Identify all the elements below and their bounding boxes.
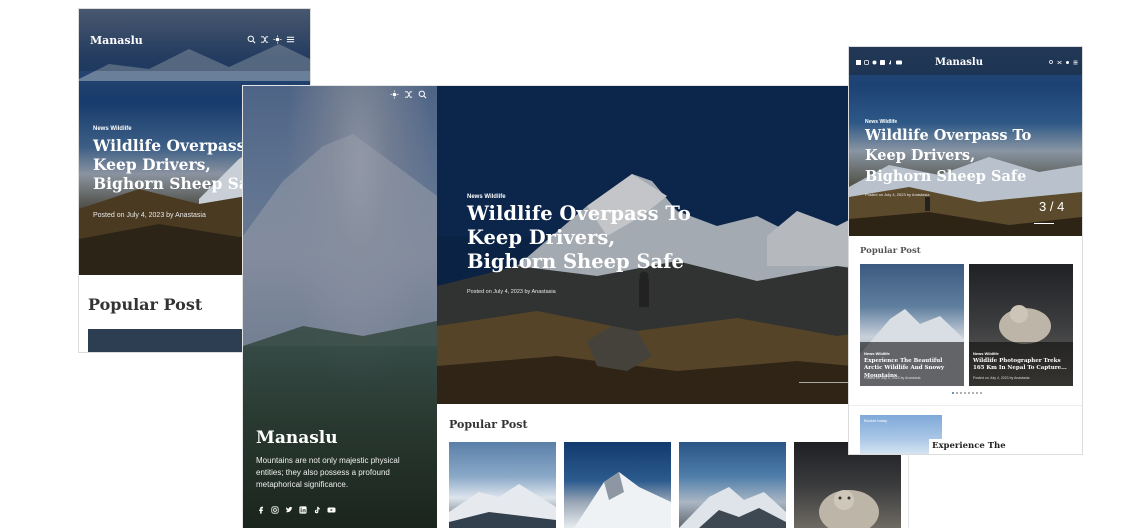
sidebar-header-icons: [390, 90, 427, 99]
facebook-icon[interactable]: [257, 506, 265, 514]
menu-icon[interactable]: [286, 35, 295, 44]
carousel-dots[interactable]: [952, 392, 982, 394]
carousel-dot[interactable]: [980, 392, 982, 394]
hero-meta: Posted on July 4, 2023 by Anastasia: [93, 212, 206, 219]
site-tagline: Mountains are not only majestic physical…: [256, 456, 400, 489]
search-icon[interactable]: [1049, 60, 1054, 65]
popular-heading: Popular Post: [449, 418, 528, 431]
theme-toggle-icon[interactable]: [390, 90, 399, 99]
divider: [849, 405, 1082, 406]
site-logo[interactable]: Manaslu: [90, 34, 143, 47]
hero-meta: Posted on July 4, 2023 by Anastasia: [865, 192, 930, 197]
hero-title-line: Keep Drivers,: [865, 147, 976, 165]
carousel-dot[interactable]: [968, 392, 970, 394]
carousel-dot[interactable]: [956, 392, 958, 394]
linkedin-icon[interactable]: [299, 506, 307, 514]
hero-title[interactable]: Wildlife Overpass To Keep Drivers, Bigho…: [467, 202, 691, 273]
social-links: [257, 506, 336, 514]
hero-title-line: Bighorn Sheep Safe: [467, 249, 684, 273]
carousel-dot[interactable]: [976, 392, 978, 394]
shuffle-icon[interactable]: [260, 35, 269, 44]
hero-title-line: Keep Drivers,: [467, 225, 616, 249]
teaser-badge: Bucket today: [864, 418, 888, 423]
slide-counter: 3 / 4: [1039, 199, 1065, 214]
teaser-title-box: Experience The: [929, 439, 1049, 454]
tablet-preview: Manaslu News Wildlife Wildlife Overpass …: [849, 47, 1082, 454]
theme-toggle-icon[interactable]: [1065, 60, 1070, 65]
instagram-icon[interactable]: [271, 506, 279, 514]
card-meta: Posted on July 4, 2023 by Anastasia: [973, 376, 1030, 380]
card-meta: Posted on July 4, 2023 by Anastasia: [864, 376, 921, 380]
carousel-dot[interactable]: [960, 392, 962, 394]
social-links: [856, 60, 902, 65]
shuffle-icon[interactable]: [1057, 60, 1062, 65]
sidebar: Manaslu Mountains are not only majestic …: [243, 86, 437, 528]
hero-meta: Posted on July 4, 2023 by Anastasia: [467, 289, 556, 295]
popular-card[interactable]: News Wildlife Wildlife Photographer Trek…: [969, 264, 1073, 386]
card-category[interactable]: News Wildlife: [973, 351, 999, 356]
search-icon[interactable]: [418, 90, 427, 99]
hero-category[interactable]: News Wildlife: [467, 194, 506, 200]
hero-title[interactable]: Wildlife Overpass To Keep Drivers, Bigho…: [865, 126, 1031, 187]
linkedin-icon[interactable]: [880, 60, 885, 65]
popular-card-image[interactable]: [679, 442, 786, 528]
hero-title-line: Wildlife Overpass To: [865, 127, 1032, 144]
shuffle-icon[interactable]: [404, 90, 413, 99]
facebook-icon[interactable]: [856, 60, 861, 65]
popular-card-image[interactable]: [449, 442, 556, 528]
hero-title-line: Wildlife Overpass To: [467, 202, 691, 225]
popular-card[interactable]: News Wildlife Experience The Beautiful A…: [860, 264, 964, 386]
card-category[interactable]: News Wildlife: [864, 351, 890, 356]
hero-slider[interactable]: Manaslu News Wildlife Wildlife Overpass …: [849, 47, 1082, 236]
sidebar-site-logo[interactable]: Manaslu: [256, 428, 338, 448]
popular-heading: Popular Post: [88, 295, 203, 314]
header-icons: [247, 35, 295, 44]
hero-title-line: Bighorn Sheep Safe: [865, 167, 1027, 185]
tiktok-icon[interactable]: [313, 506, 321, 514]
carousel-dot-active[interactable]: [952, 392, 954, 394]
teaser-title[interactable]: Experience The: [929, 439, 1049, 451]
card-title[interactable]: Wildlife Photographer Treks 165 Km In Ne…: [973, 358, 1071, 373]
youtube-icon[interactable]: [896, 60, 902, 65]
site-logo[interactable]: Manaslu: [935, 57, 983, 68]
popular-card-image[interactable]: [564, 442, 671, 528]
twitter-icon[interactable]: [872, 60, 877, 65]
popular-heading: Popular Post: [860, 246, 921, 256]
header-icons: [1049, 60, 1078, 65]
theme-toggle-icon[interactable]: [273, 35, 282, 44]
carousel-dot[interactable]: [972, 392, 974, 394]
hero-category[interactable]: News Wildlife: [865, 119, 897, 125]
tiktok-icon[interactable]: [888, 60, 893, 65]
slide-indicator[interactable]: [1034, 223, 1054, 224]
popular-card-image[interactable]: [794, 442, 901, 528]
youtube-icon[interactable]: [327, 506, 336, 514]
popular-section: Popular Post: [437, 404, 908, 528]
twitter-icon[interactable]: [285, 506, 293, 514]
carousel-dot[interactable]: [964, 392, 966, 394]
search-icon[interactable]: [247, 35, 256, 44]
desktop-preview: Manaslu Mountains are not only majestic …: [243, 86, 908, 528]
hero-category[interactable]: News Wildlife: [93, 126, 132, 132]
instagram-icon[interactable]: [864, 60, 869, 65]
hero-slider[interactable]: News Wildlife Wildlife Overpass To Keep …: [437, 86, 908, 404]
menu-icon[interactable]: [1073, 60, 1078, 65]
